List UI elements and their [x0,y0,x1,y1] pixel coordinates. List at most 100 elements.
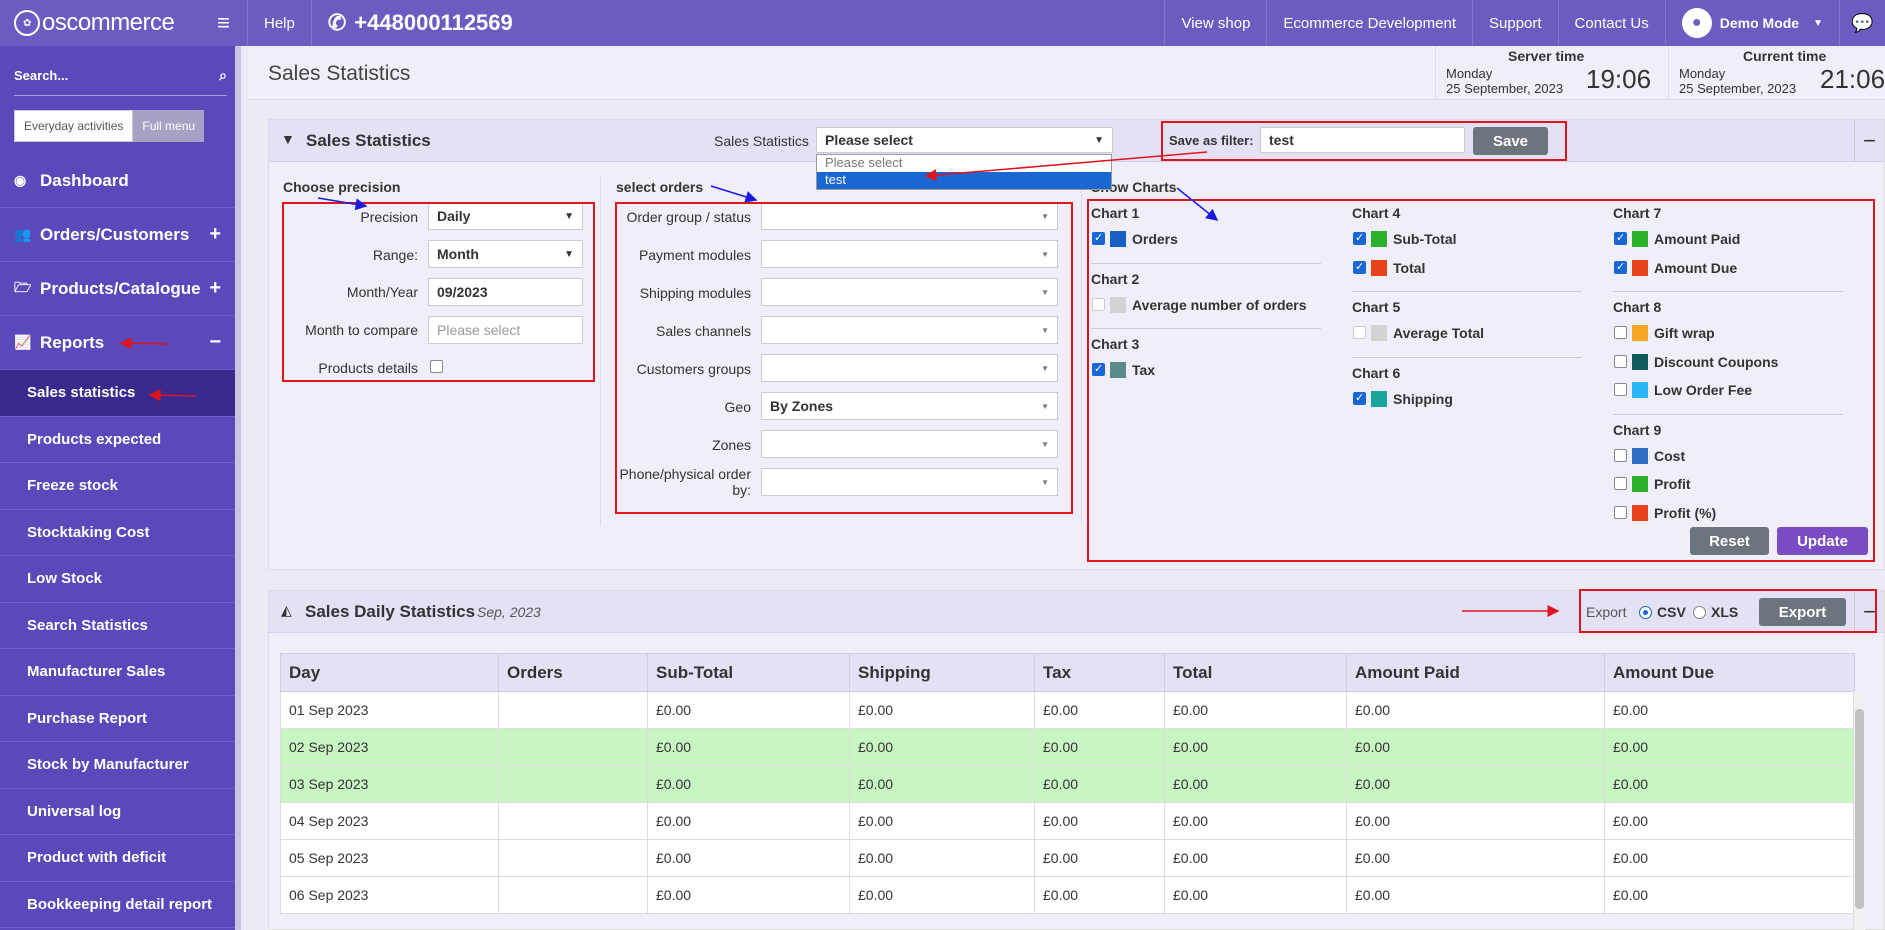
chevron-down-icon: ▼ [1094,134,1104,146]
table-cell: £0.00 [647,876,850,914]
dropdown-option-selected[interactable]: test [817,172,1111,189]
table-cell [498,765,648,803]
column-header[interactable]: Amount Paid [1346,653,1605,692]
column-header[interactable]: Orders [498,653,648,692]
sidebar-item-orders-customers[interactable]: 👥 Orders/Customers + [0,208,235,262]
annotation-box [1161,121,1567,161]
table-cell: 06 Sep 2023 [280,876,499,914]
everyday-activities-button[interactable]: Everyday activities [14,110,134,142]
panel-title: Sales Daily Statistics [305,602,476,621]
table-cell: 03 Sep 2023 [280,765,499,803]
logo[interactable]: ✿ oscommerce [0,0,200,46]
view-shop-link[interactable]: View shop [1164,0,1266,46]
table-cell: £0.00 [1164,691,1347,729]
sidebar-item-products-catalogue[interactable]: 🗁 Products/Catalogue + [0,262,235,316]
expand-icon: + [209,223,221,245]
sidebar-item-freeze-stock[interactable]: Freeze stock [0,463,235,510]
precision-heading: Choose precision [283,179,401,195]
table-cell: £0.00 [1164,728,1347,766]
filter-icon: ▼ [281,131,295,147]
table-cell: £0.00 [1164,839,1347,877]
table-cell: £0.00 [647,839,850,877]
expand-icon: + [209,277,221,299]
table-cell [498,839,648,877]
ecommerce-development-link[interactable]: Ecommerce Development [1266,0,1472,46]
user-menu[interactable]: ● Demo Mode ▼ [1664,0,1839,46]
table-cell: £0.00 [1604,876,1855,914]
table-cell: £0.00 [1034,839,1165,877]
table-row: 05 Sep 2023 £0.00 £0.00 £0.00 £0.00 £0.00 £0.0… [280,839,1855,877]
column-header[interactable]: Tax [1034,653,1165,692]
select-orders-heading: select orders [616,179,704,195]
table-row: 06 Sep 2023 £0.00 £0.00 £0.00 £0.00 £0.00 £0.0… [280,876,1855,914]
column-header[interactable]: Total [1164,653,1347,692]
help-link[interactable]: Help [248,0,312,46]
column-header[interactable]: Amount Due [1604,653,1855,692]
full-menu-button[interactable]: Full menu [133,110,205,142]
support-link[interactable]: Support [1472,0,1558,46]
sidebar-item-product-with-deficit[interactable]: Product with deficit [0,835,235,882]
table-cell: £0.00 [1164,765,1347,803]
sidebar-item-reports[interactable]: 📈 Reports − [0,316,235,370]
table-cell [498,802,648,840]
sidebar-item-universal-log[interactable]: Universal log [0,788,235,835]
saved-filter-select[interactable]: Please select ▼ [816,127,1113,153]
table-body: 01 Sep 2023 £0.00 £0.00 £0.00 £0.00 £0.00 £0.0… [280,691,1855,914]
saved-filter-label: Sales Statistics [714,133,809,149]
contact-us-link[interactable]: Contact Us [1557,0,1665,46]
column-header[interactable]: Shipping [849,653,1035,692]
sidebar-item-search-statistics[interactable]: Search Statistics [0,602,235,649]
column-header[interactable]: Sub-Total [647,653,850,692]
table-cell: £0.00 [1164,802,1347,840]
sidebar-item-low-stock[interactable]: Low Stock [0,556,235,603]
annotation-box [1579,589,1877,633]
sidebar-item-sales-statistics[interactable]: Sales statistics [0,370,235,417]
sidebar-item-stock-by-manufacturer[interactable]: Stock by Manufacturer [0,742,235,789]
table-row: 02 Sep 2023 £0.00 £0.00 £0.00 £0.00 £0.00 £0.0… [280,728,1855,766]
table-cell: £0.00 [1604,802,1855,840]
table-cell: 02 Sep 2023 [280,728,499,766]
chat-icon[interactable]: 💬 [1839,0,1885,46]
area-chart-icon: ◭ [281,602,292,618]
table-cell [498,691,648,729]
folder-icon: 🗁 [14,278,32,295]
sidebar-item-manufacturer-sales[interactable]: Manufacturer Sales [0,649,235,696]
table-scrollbar[interactable] [1853,691,1865,930]
panel-title: Sales Statistics [306,131,431,150]
sidebar-scrollbar[interactable] [235,46,241,930]
logo-icon: ✿ [14,10,40,36]
table-cell: £0.00 [647,728,850,766]
table-cell: £0.00 [1604,765,1855,803]
table-cell: £0.00 [849,839,1035,877]
collapse-icon: − [209,331,221,353]
sidebar: Search... ⌕ Everyday activities Full menu… [0,46,241,930]
sales-statistics-panel: ▼ Sales Statistics Sales Statistics Plea… [268,119,1885,570]
collapse-panel-icon[interactable]: − [1854,120,1884,162]
table-cell: 01 Sep 2023 [280,691,499,729]
sidebar-item-purchase-report[interactable]: Purchase Report [0,695,235,742]
page-title: Sales Statistics [268,62,411,85]
dashboard-icon: ◉ [14,172,27,188]
annotation-box [1087,199,1875,562]
sidebar-item-products-expected[interactable]: Products expected [0,416,235,463]
table-cell: £0.00 [1034,802,1165,840]
statistics-table: Day Orders Sub-Total Shipping Tax Total Amount… [280,653,1855,914]
search-input[interactable]: Search... ⌕ [14,56,227,96]
sidebar-item-bookkeeping-detail-report[interactable]: Bookkeeping detail report [0,881,235,928]
table-cell: £0.00 [1604,728,1855,766]
top-bar: ✿ oscommerce ≡ Help ✆ +448000112569 View s… [0,0,1885,46]
sidebar-item-dashboard[interactable]: ◉ Dashboard [0,154,235,208]
table-cell: £0.00 [1346,691,1605,729]
table-cell: £0.00 [1164,876,1347,914]
search-icon: ⌕ [219,67,227,83]
sidebar-item-stocktaking-cost[interactable]: Stocktaking Cost [0,509,235,556]
menu-toggle-icon[interactable]: ≡ [200,0,248,46]
table-cell: £0.00 [849,728,1035,766]
dropdown-option[interactable]: Please select [817,155,1111,172]
table-row: 03 Sep 2023 £0.00 £0.00 £0.00 £0.00 £0.00 £0.0… [280,765,1855,803]
saved-filter-dropdown: Please select test [816,154,1112,190]
table-cell: £0.00 [647,802,850,840]
column-header[interactable]: Day [280,653,499,692]
table-cell: £0.00 [1604,691,1855,729]
table-cell: £0.00 [1346,728,1605,766]
